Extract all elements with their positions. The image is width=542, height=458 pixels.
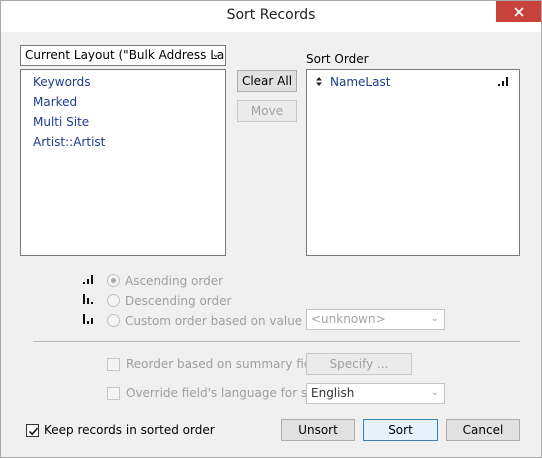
sort-order-row[interactable]: NameLast (307, 72, 519, 90)
list-item[interactable]: Marked (33, 95, 77, 109)
radio-selected-dot (111, 278, 116, 283)
sort-field-label: NameLast (330, 75, 391, 89)
layout-select[interactable]: Current Layout ("Bulk Address Lab ⌄ (20, 45, 226, 66)
descending-radio[interactable] (107, 294, 120, 307)
field-list[interactable]: Keywords Marked Multi Site Artist::Artis… (20, 69, 226, 256)
checkmark-icon (28, 427, 39, 436)
chevron-down-icon: ⌄ (430, 313, 439, 324)
value-list-select-value: <unknown> (311, 312, 386, 326)
language-select[interactable]: English ⌄ (306, 383, 445, 404)
ascending-icon (83, 275, 93, 284)
ascending-icon (498, 77, 508, 86)
specify-button[interactable]: Specify ... (306, 353, 412, 375)
title-bar: Sort Records (1, 1, 541, 32)
chevron-down-icon: ⌄ (430, 387, 439, 398)
divider (33, 341, 520, 342)
descending-icon (83, 294, 93, 304)
close-button[interactable] (496, 1, 541, 22)
sort-order-heading: Sort Order (306, 52, 369, 66)
layout-select-value: Current Layout ("Bulk Address Lab (25, 48, 226, 62)
override-language-label: Override field's language for sort (126, 386, 325, 400)
reorder-summary-label: Reorder based on summary field (126, 357, 323, 371)
descending-label: Descending order (125, 294, 232, 308)
move-button[interactable]: Move (237, 100, 297, 122)
keep-sorted-label: Keep records in sorted order (44, 423, 215, 437)
override-language-checkbox[interactable] (107, 387, 120, 400)
list-item[interactable]: Keywords (33, 75, 91, 89)
chevron-down-icon: ⌄ (211, 49, 220, 60)
sort-records-dialog: Sort Records Current Layout ("Bulk Addre… (0, 0, 542, 458)
ascending-radio[interactable] (107, 274, 120, 287)
custom-order-radio[interactable] (107, 314, 120, 327)
list-item[interactable]: Multi Site (33, 115, 89, 129)
keep-sorted-checkbox[interactable] (26, 424, 39, 437)
reorder-summary-checkbox[interactable] (107, 358, 120, 371)
unsort-button[interactable]: Unsort (281, 419, 355, 441)
custom-order-label: Custom order based on value list (125, 314, 324, 328)
value-list-select[interactable]: <unknown> ⌄ (306, 309, 445, 330)
sort-button[interactable]: Sort (363, 419, 438, 441)
reorder-handle-icon[interactable] (316, 77, 322, 86)
clear-all-button[interactable]: Clear All (237, 70, 297, 92)
close-icon (513, 6, 524, 17)
language-select-value: English (311, 386, 355, 400)
dialog-title: Sort Records (226, 7, 316, 23)
list-item[interactable]: Artist::Artist (33, 135, 105, 149)
sort-order-list[interactable]: NameLast (306, 69, 520, 256)
cancel-button[interactable]: Cancel (446, 419, 520, 441)
ascending-label: Ascending order (125, 274, 224, 288)
custom-order-icon (83, 314, 93, 324)
